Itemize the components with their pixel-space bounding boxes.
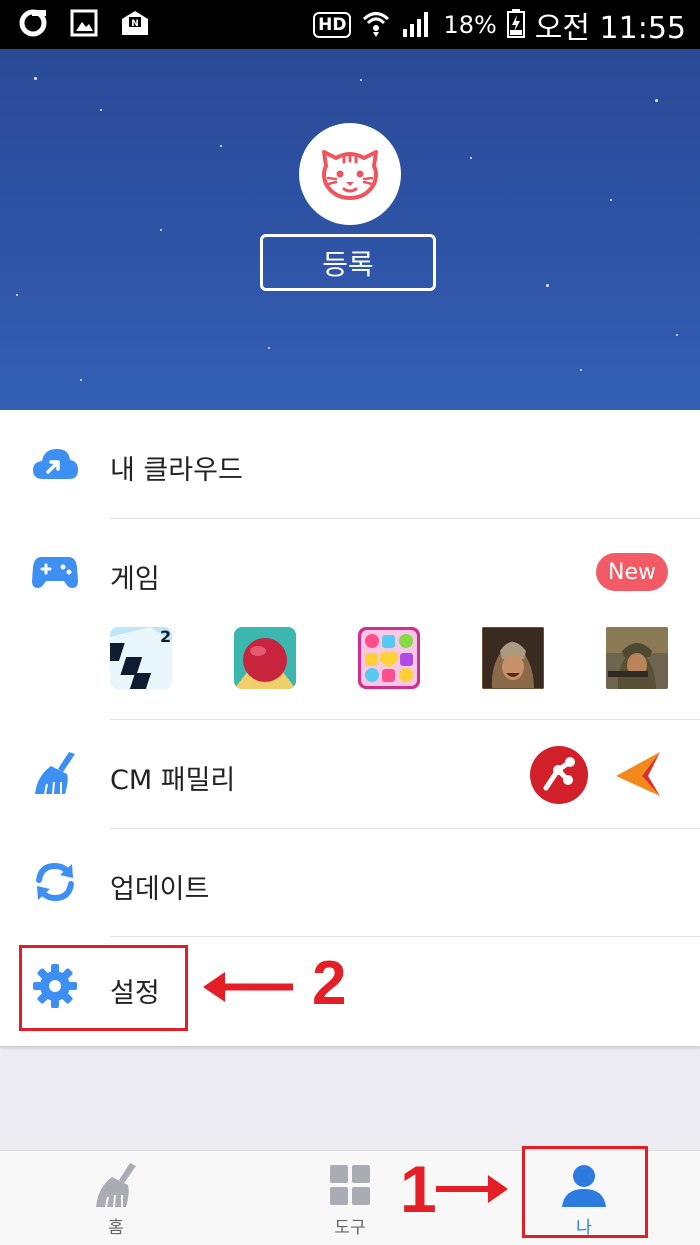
annotation-number-2: 2: [312, 949, 347, 1018]
soldier-game-icon[interactable]: [606, 627, 668, 689]
status-bar: N HD 18% 오전 11:55: [0, 0, 700, 49]
refresh-icon: [30, 857, 80, 907]
battery-charging-icon: [506, 8, 525, 42]
signal-icon: [401, 9, 433, 41]
menu-item-my-cloud[interactable]: 내 클라우드: [0, 410, 700, 518]
tab-home[interactable]: 홈: [56, 1151, 176, 1245]
clock: 오전 11:55: [534, 10, 686, 46]
tab-tools-label: 도구: [334, 1218, 366, 1238]
rolling-ball-icon[interactable]: [234, 627, 296, 689]
annotation-me-tab-highlight: [522, 1146, 648, 1238]
mail-notification-icon: N: [120, 9, 150, 41]
menu-item-game[interactable]: 게임: [0, 519, 700, 719]
menu-label-game: 게임: [110, 564, 160, 595]
avatar[interactable]: [299, 123, 401, 225]
tab-tools[interactable]: 도구: [290, 1151, 410, 1245]
menu-label-cm-family: CM 패밀리: [110, 765, 236, 796]
annotation-arrow-right-icon: [436, 1175, 508, 1203]
annotation-arrow-left-icon: [203, 972, 293, 1002]
gamepad-icon: [30, 547, 80, 597]
menu-label-my-cloud: 내 클라우드: [110, 455, 243, 486]
cm-browser-app-icon[interactable]: [530, 746, 588, 808]
grid-icon: [330, 1165, 370, 1205]
cloud-upload-icon: [30, 438, 80, 488]
hd-voice-badge: HD: [313, 11, 352, 38]
svg-text:2: 2: [160, 627, 171, 646]
carrier-icon: [18, 8, 48, 42]
menu-item-cm-family[interactable]: CM 패밀리: [0, 720, 700, 828]
new-badge: New: [596, 553, 668, 591]
annotation-settings-highlight: [19, 945, 188, 1031]
profile-header: 등록: [0, 49, 700, 410]
annotation-number-1: 1: [400, 1152, 437, 1226]
warrior-game-icon[interactable]: [482, 627, 544, 689]
candy-puzzle-icon[interactable]: [358, 627, 420, 689]
tab-home-label: 홈: [108, 1218, 124, 1238]
battery-percent: 18%: [443, 10, 497, 39]
gallery-icon: [70, 9, 98, 41]
cm-launcher-app-icon[interactable]: [612, 750, 664, 802]
broom-icon: [30, 748, 80, 798]
piano-tiles-2-icon[interactable]: 2: [110, 627, 172, 689]
menu-label-update: 업데이트: [110, 874, 210, 905]
svg-text:N: N: [131, 19, 139, 29]
menu-item-update[interactable]: 업데이트: [0, 829, 700, 936]
wifi-icon: [361, 8, 391, 42]
broom-icon: [96, 1163, 136, 1208]
tiger-mascot-icon: [322, 150, 378, 200]
register-button[interactable]: 등록: [260, 234, 436, 291]
